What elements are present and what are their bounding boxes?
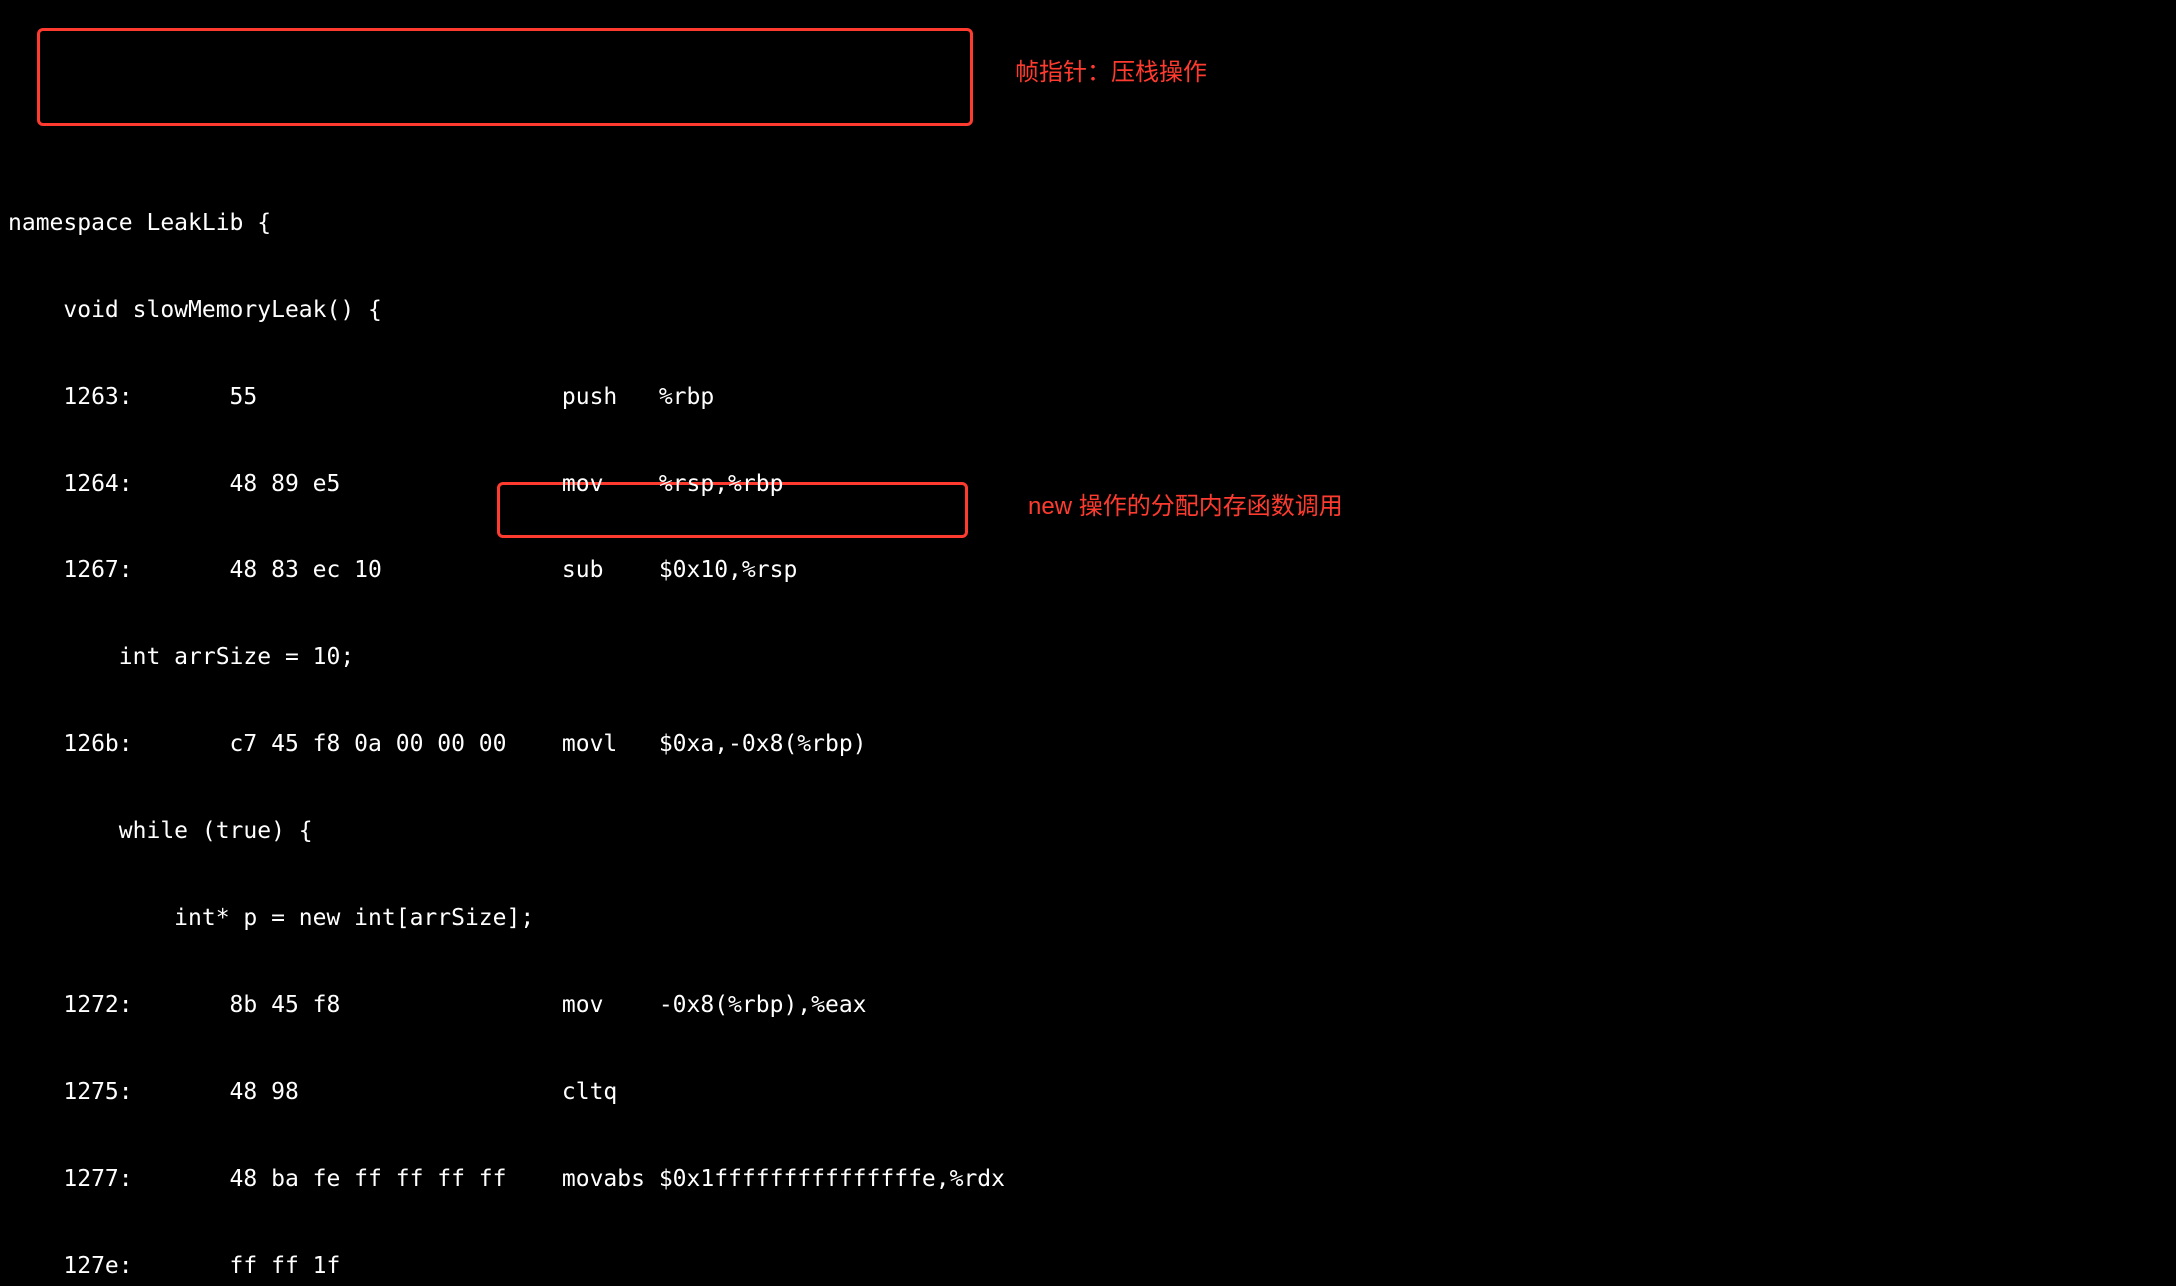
- code-line: while (true) {: [8, 817, 2176, 846]
- code-line: int* p = new int[arrSize];: [8, 904, 2176, 933]
- disassembly-viewport: 帧指针：压栈操作 new 操作的分配内存函数调用 namespace LeakL…: [0, 0, 2176, 1286]
- annotation-new-call: new 操作的分配内存函数调用: [1028, 492, 1343, 522]
- code-line: 126b: c7 45 f8 0a 00 00 00 movl $0xa,-0x…: [8, 730, 2176, 759]
- code-line: 1263: 55 push %rbp: [8, 383, 2176, 412]
- code-line: namespace LeakLib {: [8, 209, 2176, 238]
- code-line: 1277: 48 ba fe ff ff ff ff movabs $0x1ff…: [8, 1165, 2176, 1194]
- highlight-box-prologue: [37, 28, 973, 126]
- code-line: 1267: 48 83 ec 10 sub $0x10,%rsp: [8, 556, 2176, 585]
- code-line: int arrSize = 10;: [8, 643, 2176, 672]
- annotation-frame-pointer: 帧指针：压栈操作: [1015, 58, 1207, 88]
- code-line: 127e: ff ff 1f: [8, 1252, 2176, 1281]
- code-line: void slowMemoryLeak() {: [8, 296, 2176, 325]
- code-line: 1272: 8b 45 f8 mov -0x8(%rbp),%eax: [8, 991, 2176, 1020]
- code-line: 1275: 48 98 cltq: [8, 1078, 2176, 1107]
